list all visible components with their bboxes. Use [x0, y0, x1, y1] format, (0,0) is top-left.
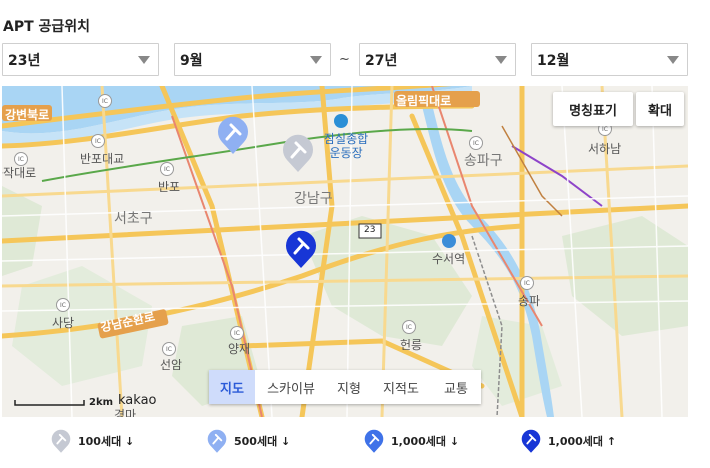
hammer-marker-icon	[364, 429, 384, 453]
station-icon	[442, 234, 456, 248]
map-label-place: 수서역	[432, 252, 466, 266]
apt-marker-500-below[interactable]	[216, 114, 250, 156]
chevron-down-icon	[310, 56, 322, 64]
end-month-value: 12월	[537, 52, 570, 69]
map-type-traffic[interactable]: 교통	[431, 370, 481, 404]
ic-icon: IC	[230, 326, 244, 340]
ic-icon: IC	[56, 298, 70, 312]
end-year-value: 27년	[365, 52, 398, 69]
map-label-road: 올림픽대로	[396, 94, 452, 108]
hammer-marker-icon	[51, 429, 71, 453]
start-month-value: 9월	[180, 52, 203, 69]
legend-item-500-below: 500세대 ↓	[206, 426, 290, 456]
ic-icon: IC	[91, 134, 105, 148]
scale-distance: 2km	[89, 397, 114, 408]
hammer-marker-icon	[521, 429, 541, 453]
map-label-road: 강변북로	[5, 108, 50, 122]
map-label-stadium-line2: 운동장	[329, 146, 363, 160]
end-month-select[interactable]: 12월	[531, 43, 688, 76]
map-label-stadium: 잠실종합 운동장	[324, 132, 368, 160]
ic-icon: IC	[520, 276, 534, 290]
map-label-stadium-line1: 잠실종합	[324, 132, 369, 146]
map-label-place: 헌릉	[400, 338, 423, 352]
map-type-map[interactable]: 지도	[209, 370, 255, 404]
map-label-place: 양재	[228, 342, 251, 356]
ic-icon: IC	[160, 162, 174, 176]
ic-icon: IC	[402, 320, 416, 334]
ic-icon: IC	[162, 342, 176, 356]
start-year-select[interactable]: 23년	[2, 43, 159, 76]
ic-icon: IC	[469, 136, 483, 150]
map-label-bridge: 반포대교	[80, 152, 125, 166]
map-label-district: 송파구	[464, 153, 503, 169]
map-type-terrain[interactable]: 지형	[327, 370, 371, 404]
map-type-skyview[interactable]: 스카이뷰	[255, 370, 327, 404]
ic-icon: IC	[98, 94, 112, 108]
map-label-place: 선암	[160, 358, 183, 372]
hammer-marker-icon	[207, 429, 227, 453]
scale-bar	[14, 400, 85, 406]
map-type-switcher: 지도 스카이뷰 지형 지적도 교통	[209, 370, 481, 404]
stadium-icon	[334, 114, 348, 128]
map-label-place: 동작대로	[2, 166, 37, 180]
kakao-logo: kakao	[118, 393, 157, 408]
chevron-down-icon	[667, 56, 679, 64]
legend-label: 1,000세대 ↓	[391, 435, 460, 448]
ic-icon: IC	[14, 152, 28, 166]
start-year-value: 23년	[8, 52, 41, 69]
legend-item-1000-above: 1,000세대 ↑	[520, 426, 616, 456]
page-title: APT 공급위치	[3, 19, 91, 35]
legend-label: 1,000세대 ↑	[548, 435, 617, 448]
apt-marker-1000-above[interactable]	[284, 228, 318, 270]
map-label-place: 송파	[518, 294, 541, 308]
legend-item-100-below: 100세대 ↓	[50, 426, 134, 456]
map-label-district: 강남구	[294, 191, 333, 207]
map-label-place: 서하남	[588, 142, 622, 156]
map-view[interactable]: 강변북로 올림픽대로 강남순환로 잠실종합 운동장 반포대교 반포 동작대로 강…	[2, 86, 688, 417]
legend-label: 100세대 ↓	[78, 435, 135, 448]
map-label-place: 사당	[52, 316, 75, 330]
map-label-district: 서초구	[114, 211, 153, 227]
start-month-select[interactable]: 9월	[174, 43, 331, 76]
zoom-button[interactable]: 확대	[636, 92, 684, 126]
map-label-place: 반포	[158, 180, 181, 194]
map-label-highway: 23	[364, 225, 376, 235]
chevron-down-icon	[495, 56, 507, 64]
end-year-select[interactable]: 27년	[359, 43, 516, 76]
apt-marker-100-below[interactable]	[281, 132, 315, 174]
range-separator: ~	[339, 52, 350, 67]
label-toggle-button[interactable]: 명칭표기	[553, 92, 633, 126]
chevron-down-icon	[138, 56, 150, 64]
legend-item-1000-below: 1,000세대 ↓	[363, 426, 459, 456]
legend-label: 500세대 ↓	[234, 435, 291, 448]
map-type-cadastral[interactable]: 지적도	[371, 370, 431, 404]
